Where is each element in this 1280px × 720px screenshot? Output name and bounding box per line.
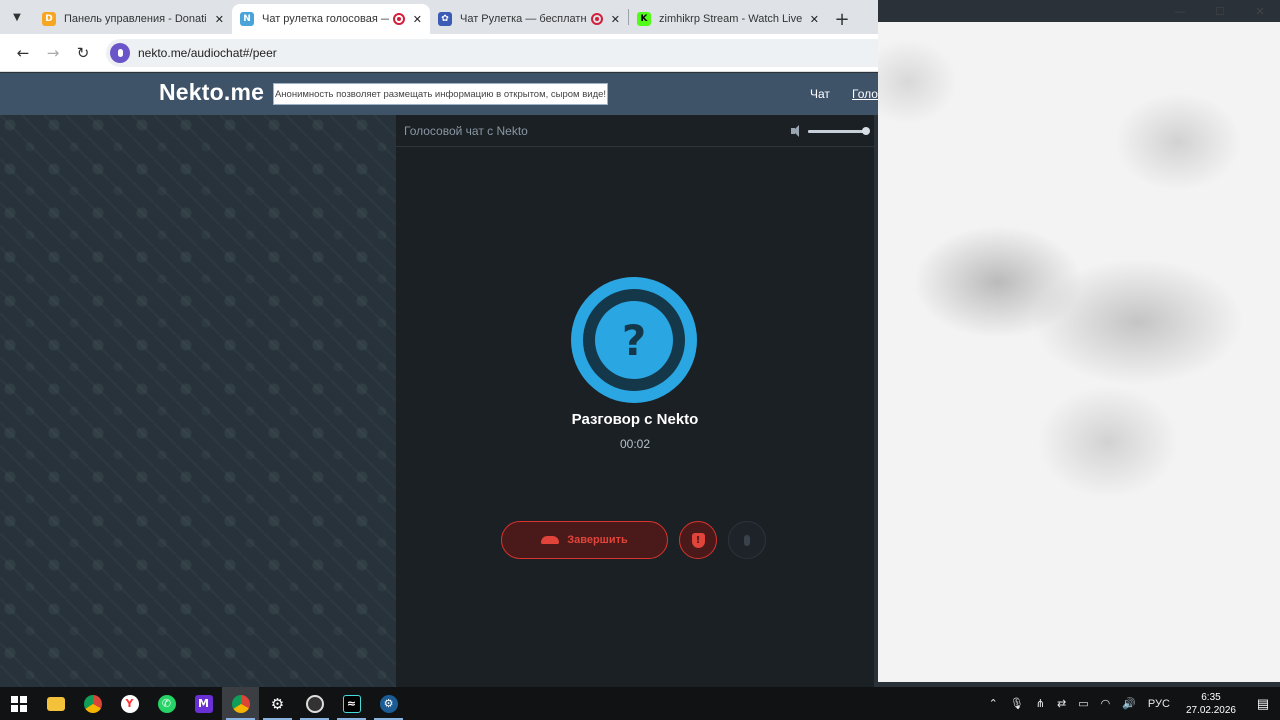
taskbar-obs[interactable] — [296, 687, 333, 720]
recording-indicator-icon — [392, 13, 405, 25]
taskbar-yandex-browser[interactable]: Y — [111, 687, 148, 720]
tab-close-icon[interactable]: ✕ — [611, 13, 620, 26]
wifi-icon[interactable]: ◠ — [1101, 697, 1111, 710]
panel-header: Голосовой чат с Nekto — [396, 115, 874, 147]
browser-tab-kick[interactable]: K zimhikrp Stream - Watch Live o ✕ — [629, 4, 827, 34]
address-bar[interactable]: nekto.me/audiochat#/peer — [106, 38, 878, 67]
taskbar-tiktok-studio[interactable]: M — [185, 687, 222, 720]
capcut-icon: ≈ — [342, 694, 361, 713]
donationalerts-favicon-icon: D — [42, 12, 56, 26]
microphone-tray-icon[interactable]: 🎙 — [1010, 697, 1024, 710]
close-window-icon[interactable]: ✕ — [1240, 0, 1280, 22]
clock-time: 6:35 — [1201, 691, 1221, 703]
tab-title: Панель управления - Donatio — [64, 13, 207, 25]
forward-arrow-icon[interactable]: → — [38, 38, 68, 68]
folder-icon — [46, 696, 65, 711]
browser-tab-nekto[interactable]: N Чат рулетка голосовая — ✕ — [232, 4, 430, 34]
end-call-label: Завершить — [567, 534, 628, 546]
end-call-button[interactable]: Завершить — [501, 521, 668, 559]
whatsapp-icon: ✆ — [157, 694, 176, 713]
tab-title: Чат Рулетка — бесплатный — [460, 13, 587, 25]
tab-close-icon[interactable]: ✕ — [810, 13, 819, 26]
steam-icon: ⚙ — [379, 694, 398, 713]
question-mark-icon: ? — [595, 301, 673, 379]
chatroulette-favicon-icon: ✿ — [438, 12, 452, 26]
taskbar-whatsapp[interactable]: ✆ — [148, 687, 185, 720]
panel-title: Голосовой чат с Nekto — [404, 123, 528, 138]
tab-search-chevron-icon[interactable]: ▼ — [0, 0, 34, 34]
windows-taskbar: Y ✆ M ⚙ ≈ ⚙ ⌃ 🎙 ⋔ ⇄ ▭ ◠ 🔊 РУС 6:35 27.02… — [0, 687, 1280, 720]
obs-icon — [305, 694, 324, 713]
nekto-favicon-icon: N — [240, 12, 254, 26]
volume-slider-knob[interactable] — [862, 126, 870, 135]
reload-icon[interactable]: ↻ — [68, 38, 98, 68]
volume-control[interactable] — [790, 124, 870, 138]
taskbar-settings[interactable]: ⚙ — [259, 687, 296, 720]
start-button[interactable] — [0, 687, 37, 720]
decorative-pattern-background — [0, 115, 396, 687]
windows-logo-icon — [10, 695, 27, 712]
speaker-icon[interactable] — [790, 124, 804, 138]
taskbar-chrome[interactable] — [74, 687, 111, 720]
call-timer: 00:02 — [619, 437, 651, 451]
browser-toolbar: ← → ↻ nekto.me/audiochat#/peer — [0, 34, 878, 72]
volume-tray-icon[interactable]: 🔊 — [1122, 697, 1136, 710]
minimize-icon[interactable]: — — [1160, 0, 1200, 22]
volume-slider[interactable] — [808, 126, 870, 135]
gear-icon: ⚙ — [270, 694, 285, 713]
taskbar-file-explorer[interactable] — [37, 687, 74, 720]
network-adapter-icon[interactable]: ⇄ — [1057, 697, 1066, 710]
new-tab-plus-icon[interactable]: + — [827, 4, 857, 34]
browser-tabstrip: ▼ D Панель управления - Donatio ✕ N Чат … — [0, 0, 878, 34]
microphone-icon — [744, 534, 750, 546]
browser-tab-donation[interactable]: D Панель управления - Donatio ✕ — [34, 4, 232, 34]
window-controls: — ☐ ✕ — [1160, 0, 1280, 22]
call-title: Разговор с Nekto — [571, 411, 699, 428]
notification-center-icon[interactable]: ▤ — [1246, 696, 1280, 712]
chrome-icon — [83, 694, 102, 713]
shield-alert-icon: ! — [691, 532, 705, 548]
clock-date: 27.02.2026 — [1185, 704, 1236, 716]
taskbar-capcut[interactable]: ≈ — [333, 687, 370, 720]
yandex-browser-icon: Y — [120, 694, 139, 713]
browser-tab-chatroulette[interactable]: ✿ Чат Рулетка — бесплатный ✕ — [430, 4, 628, 34]
tab-close-icon[interactable]: ✕ — [413, 13, 422, 26]
report-button[interactable]: ! — [679, 521, 717, 559]
peer-avatar: ? — [571, 277, 697, 403]
tiktok-studio-icon: M — [194, 694, 213, 713]
language-indicator[interactable]: РУС — [1148, 698, 1170, 710]
chrome-icon — [231, 694, 250, 713]
site-logo[interactable]: Nekto.me — [159, 79, 264, 106]
back-arrow-icon[interactable]: ← — [8, 38, 38, 68]
hang-up-phone-icon — [541, 536, 560, 544]
tab-close-icon[interactable]: ✕ — [215, 13, 224, 26]
url-text[interactable]: nekto.me/audiochat#/peer — [138, 46, 277, 60]
info-banner: Анонимность позволяет размещать информац… — [273, 83, 608, 105]
volume-slider-fill — [808, 129, 866, 133]
system-tray: ⌃ 🎙 ⋔ ⇄ ▭ ◠ 🔊 РУС 6:35 27.02.2026 ▤ — [983, 687, 1280, 720]
desktop-wallpaper — [878, 22, 1280, 682]
tab-title: Чат рулетка голосовая — — [262, 13, 389, 25]
taskbar-chrome-active[interactable] — [222, 687, 259, 720]
maximize-icon[interactable]: ☐ — [1200, 0, 1240, 22]
voice-chat-panel: Голосовой чат с Nekto ? Разговор с Nekto… — [396, 115, 874, 687]
microphone-button[interactable] — [728, 521, 766, 559]
battery-icon[interactable]: ▭ — [1078, 697, 1088, 710]
recording-indicator-icon — [590, 13, 603, 25]
system-clock[interactable]: 6:35 27.02.2026 — [1186, 691, 1236, 717]
tab-title: zimhikrp Stream - Watch Live o — [659, 13, 802, 25]
microphone-in-use-icon[interactable] — [110, 42, 130, 63]
kick-favicon-icon: K — [637, 12, 651, 26]
show-hidden-icons-chevron-icon[interactable]: ⌃ — [989, 697, 998, 710]
taskbar-steam[interactable]: ⚙ — [370, 687, 407, 720]
nav-link-chat[interactable]: Чат — [810, 87, 830, 101]
mic-mixer-icon[interactable]: ⋔ — [1036, 697, 1045, 710]
site-header: Nekto.me Анонимность позволяет размещать… — [0, 73, 884, 115]
avatar-ring: ? — [583, 289, 685, 391]
